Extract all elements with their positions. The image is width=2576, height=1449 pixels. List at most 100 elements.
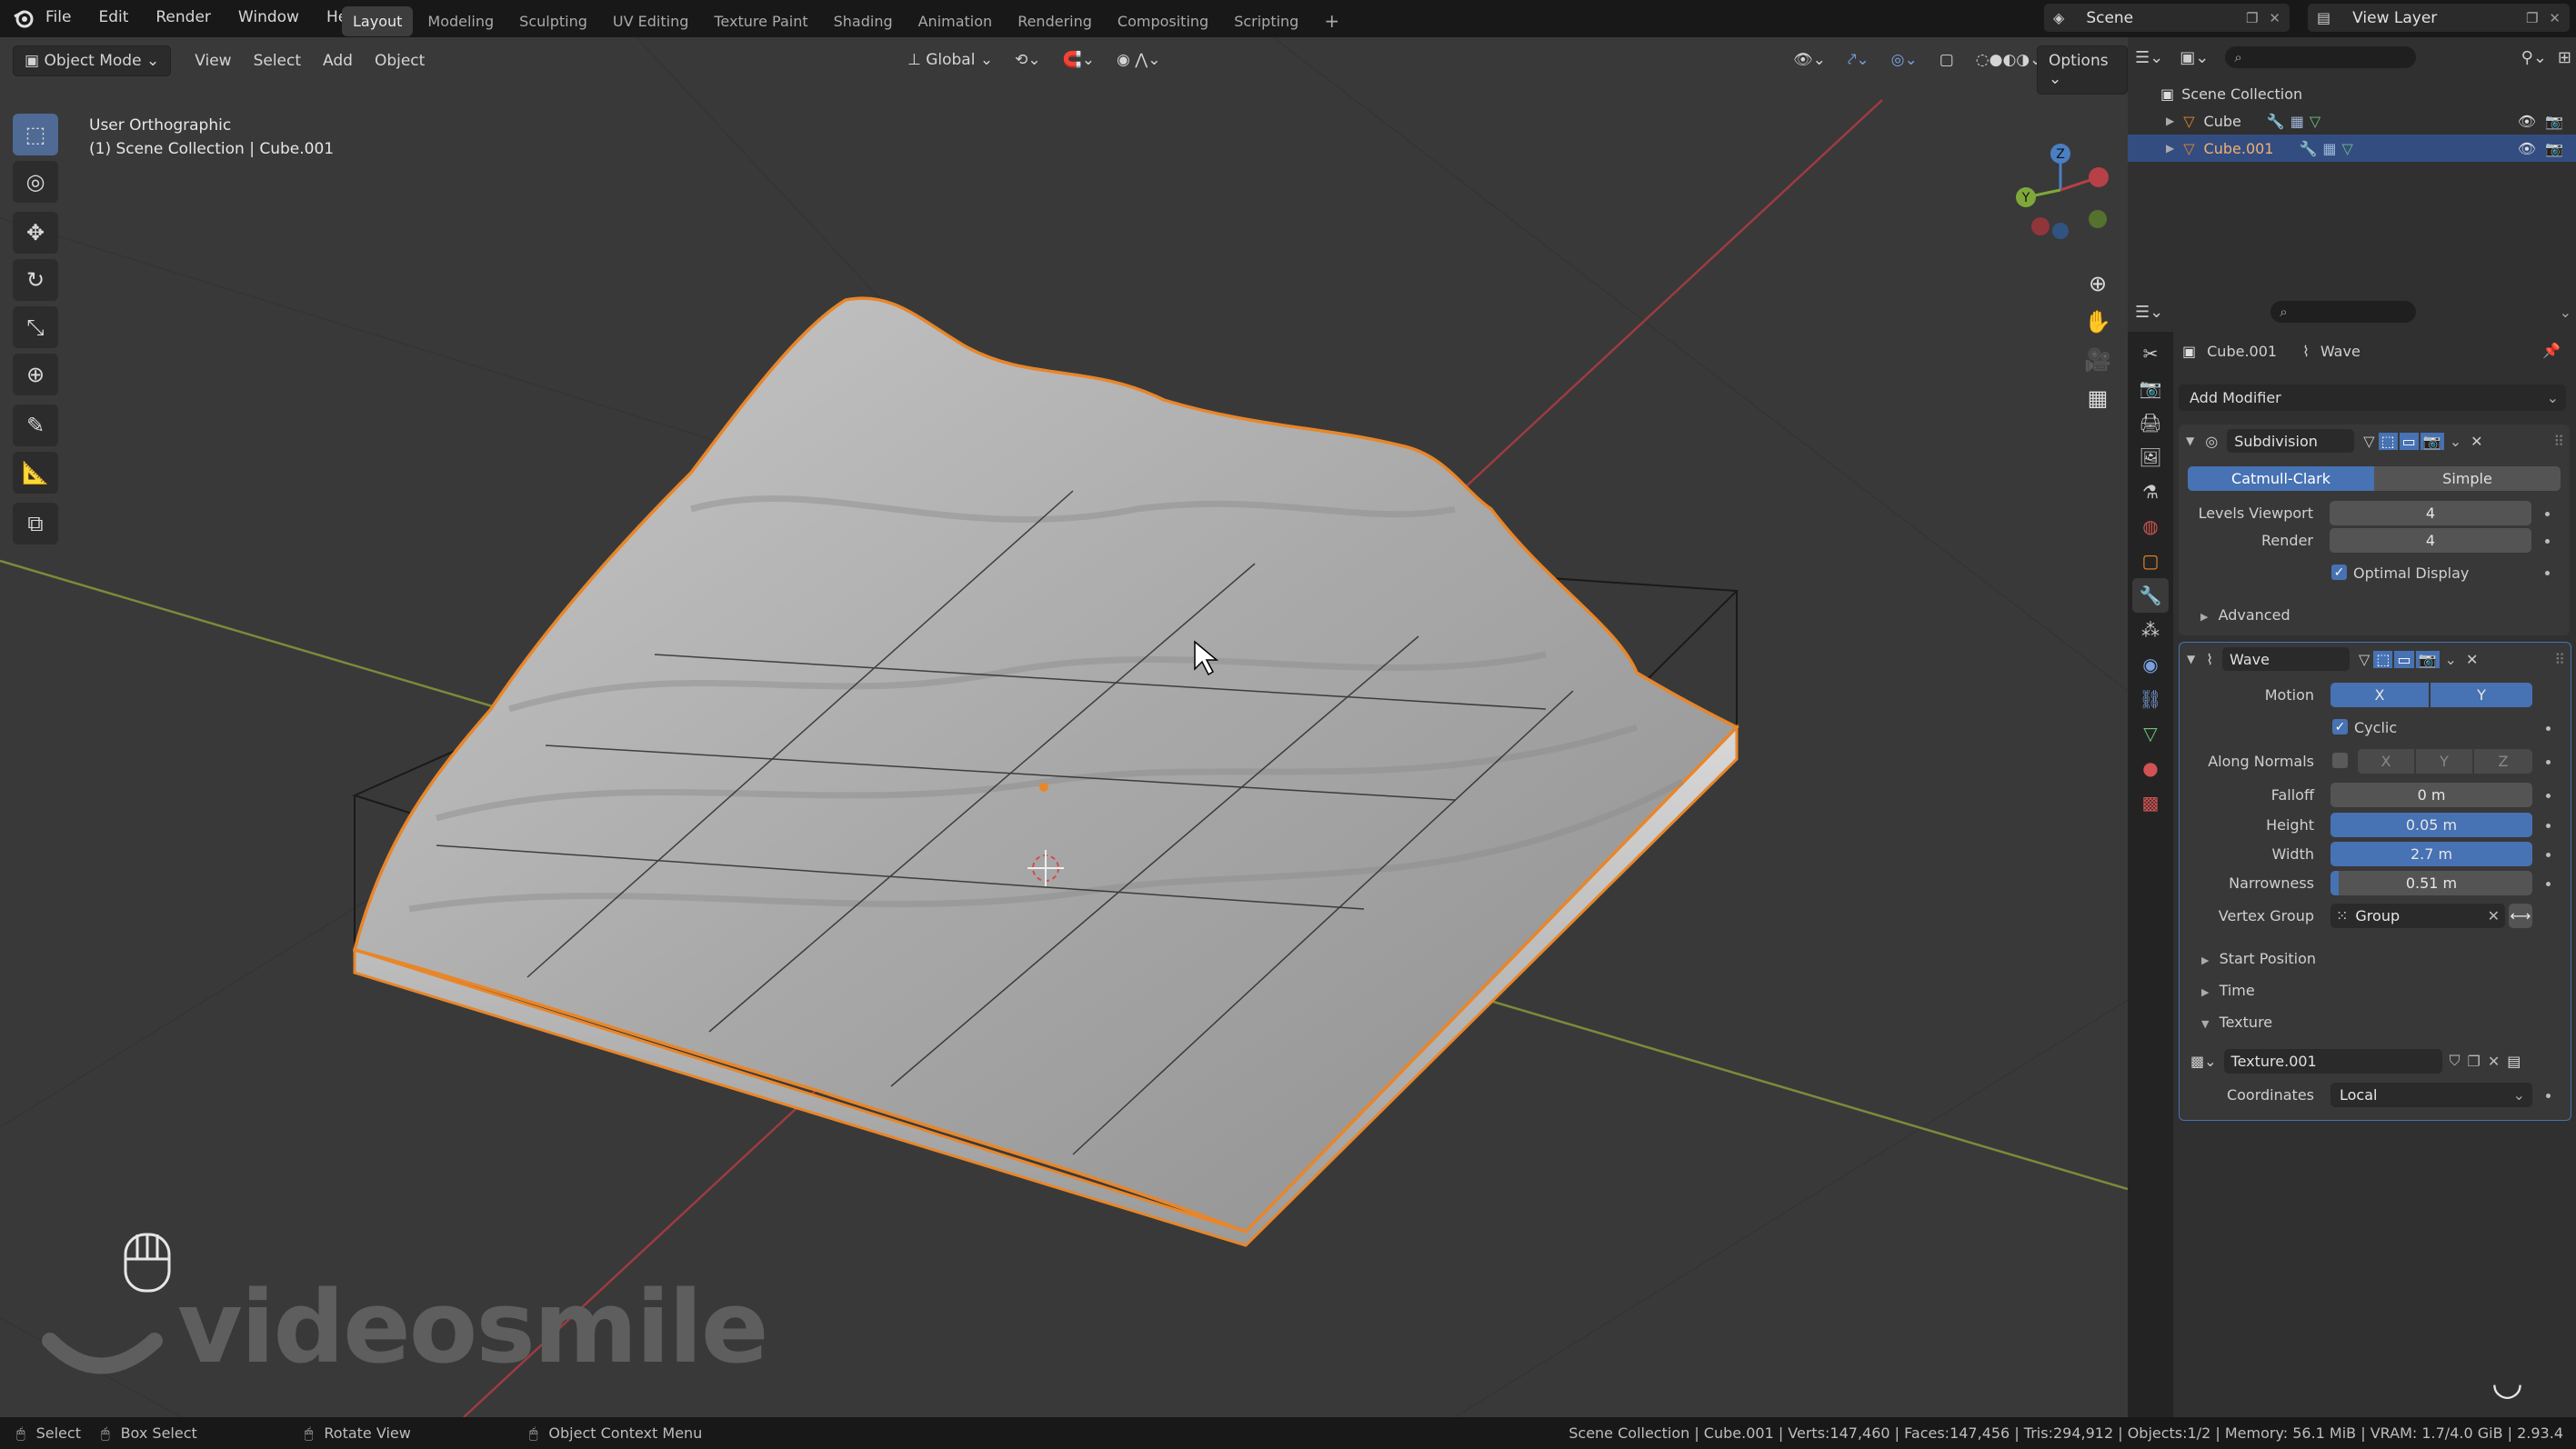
outliner-scene-collection[interactable]: ▣ Scene Collection [2128,80,2576,107]
viewport-toggle-icon[interactable]: ▭ [2394,650,2414,668]
width-field[interactable]: 2.7 m [2330,842,2532,866]
edit-mode-toggle-icon[interactable]: ▽ [2359,651,2370,668]
tab-modeling[interactable]: Modeling [416,6,505,36]
texture-browse-icon[interactable]: ▩⌄ [2190,1053,2217,1070]
xray-icon[interactable]: ▢ [1929,45,1965,75]
measure-tool-icon[interactable]: 📐 [13,452,58,494]
tab-uv-editing[interactable]: UV Editing [602,6,699,36]
unlink-texture-icon[interactable]: ✕ [2488,1053,2500,1070]
normals-x-toggle[interactable]: X [2358,749,2414,774]
gizmo-toggle-icon[interactable]: ⤤⌄ [1837,45,1880,75]
new-collection-icon[interactable]: ⊞ [2558,48,2571,67]
zoom-icon[interactable]: ⊕ [2079,265,2117,303]
keyframe-dot[interactable] [2545,571,2550,575]
tab-sculpting[interactable]: Sculpting [508,6,598,36]
visibility-eye-icon[interactable]: 👁 [2518,113,2536,130]
subdivision-name-field[interactable]: Subdivision [2227,429,2355,453]
close-icon[interactable]: ✕ [2269,10,2280,26]
scene-tab-icon[interactable]: ⚗ [2132,475,2169,509]
texture-name-field[interactable]: Texture.001 [2223,1048,2442,1074]
invert-vertex-group-button[interactable]: ⟷ [2509,904,2532,928]
menu-view[interactable]: View [184,46,242,75]
tab-compositing[interactable]: Compositing [1107,6,1219,36]
render-levels-field[interactable]: 4 [2330,528,2531,553]
expand-arrow-icon[interactable]: ▶ [2166,115,2174,127]
keyframe-dot[interactable] [2546,824,2551,828]
proportional-edit-icon[interactable]: ◉ ⋀⌄ [1106,45,1171,75]
constraints-tab-icon[interactable]: ⛓ [2132,682,2169,716]
keyframe-dot[interactable] [2546,853,2551,857]
3d-viewport[interactable]: videosmile User Orthographic (1) Scene C… [0,37,2128,1417]
collapse-arrow-icon[interactable]: ▼ [2186,435,2194,447]
keyframe-dot[interactable] [2545,539,2550,544]
pin-icon[interactable]: 📌 [2542,342,2561,359]
scene-selector[interactable]: ◈ Scene ❐ ✕ [2044,4,2290,32]
modifier-menu-icon[interactable]: ⌄ [2450,433,2461,450]
navigation-gizmo[interactable]: Z Y [2000,117,2128,254]
keyframe-dot[interactable] [2546,794,2551,798]
normals-y-toggle[interactable]: Y [2416,749,2472,774]
coordinates-dropdown[interactable]: Local ⌄ [2330,1083,2532,1107]
wave-terrain-mesh[interactable] [352,296,1739,1234]
options-dropdown[interactable]: Options ⌄ [2037,45,2128,95]
menu-object[interactable]: Object [364,46,436,75]
tab-texture-paint[interactable]: Texture Paint [703,6,818,36]
overlay-toggle-icon[interactable]: ◎⌄ [1880,45,1929,75]
data-tab-icon[interactable]: ▽ [2132,716,2169,751]
tab-animation[interactable]: Animation [907,6,1004,36]
motion-x-toggle[interactable]: X [2330,683,2429,707]
menu-add[interactable]: Add [312,46,364,75]
snap-icon[interactable]: 🧲⌄ [1052,45,1106,75]
render-toggle-icon[interactable]: 📷 [2415,650,2440,668]
outliner-search-input[interactable]: ⌕ [2225,46,2417,68]
annotate-tool-icon[interactable]: ✎ [13,405,58,446]
tab-layout[interactable]: Layout [342,5,414,36]
copy-scene-icon[interactable]: ❐ [2246,10,2258,26]
camera-icon[interactable]: 🎥 [2079,341,2117,379]
outliner-item-cube[interactable]: ▶ ▽ Cube 🔧 ▦ ▽ 👁 📷 [2128,107,2576,135]
narrowness-field[interactable]: 0.51 m [2330,871,2532,895]
cage-toggle-icon[interactable]: ⬚ [2378,432,2398,450]
move-tool-icon[interactable]: ✥ [13,212,58,254]
outliner-editor-icon[interactable]: ☰⌄ [2135,48,2163,67]
add-cube-tool-icon[interactable]: ⧉ [13,503,58,545]
properties-search-input[interactable]: ⌕ [2270,301,2417,323]
tab-scripting[interactable]: Scripting [1223,6,1309,36]
add-workspace-button[interactable]: + [1313,4,1350,38]
catmull-clark-button[interactable]: Catmull-Clark [2188,466,2374,491]
rotate-tool-icon[interactable]: ↻ [13,259,58,301]
material-tab-icon[interactable]: ● [2132,751,2169,785]
keyframe-dot[interactable] [2546,760,2551,764]
wave-name-field[interactable]: Wave [2222,647,2350,671]
tab-rendering[interactable]: Rendering [1007,6,1103,36]
menu-select[interactable]: Select [243,46,312,75]
expand-arrow-icon[interactable]: ▶ [2166,142,2174,155]
view-layer-selector[interactable]: ▤ View Layer ❐ ✕ [2308,4,2570,32]
fake-user-shield-icon[interactable]: ⛉ [2450,1052,2461,1070]
cyclic-checkbox[interactable]: ✓ [2332,719,2348,734]
display-mode-icon[interactable]: ▣⌄ [2180,48,2209,67]
pan-hand-icon[interactable]: ✋ [2079,303,2117,341]
vertex-group-field[interactable]: ⁙ Group ✕ [2330,904,2505,928]
render-toggle-icon[interactable]: 📷 [2420,432,2444,450]
motion-y-toggle[interactable]: Y [2431,683,2532,707]
render-camera-icon[interactable]: 📷 [2545,113,2563,130]
texture-subpanel-toggle[interactable]: ▼ Texture [2201,1014,2272,1031]
texture-tab-icon[interactable]: ▩ [2132,785,2169,820]
properties-editor-icon[interactable]: ☰⌄ [2135,303,2163,322]
visibility-eye-icon[interactable]: 👁 [2518,140,2536,157]
clear-icon[interactable]: ✕ [2488,907,2500,924]
outliner-item-cube-001[interactable]: ▶ ▽ Cube.001 🔧 ▦ ▽ 👁 📷 [2128,135,2576,162]
select-box-tool-icon[interactable]: ⬚ [13,114,58,155]
copy-view-layer-icon[interactable]: ❐ [2526,10,2538,26]
normals-z-toggle[interactable]: Z [2474,749,2532,774]
orientation-dropdown[interactable]: ⊥ Global ⌄ [897,45,1004,75]
remove-modifier-icon[interactable]: ✕ [2466,651,2478,668]
menu-file[interactable]: File [45,8,71,26]
physics-tab-icon[interactable]: ◉ [2132,647,2169,682]
output-tab-icon[interactable]: 🖨 [2132,405,2169,440]
viewport-toggle-icon[interactable]: ▭ [2399,432,2419,450]
keyframe-dot[interactable] [2546,1094,2551,1098]
tool-tab-icon[interactable]: ✂ [2132,336,2169,371]
filter-icon[interactable]: ⚲⌄ [2521,48,2547,67]
